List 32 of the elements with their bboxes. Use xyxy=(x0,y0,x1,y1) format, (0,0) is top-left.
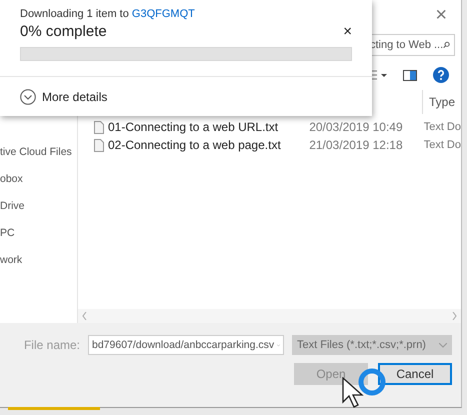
cancel-button[interactable]: Cancel xyxy=(378,363,452,385)
help-icon[interactable] xyxy=(433,67,449,83)
nav-item[interactable]: obox xyxy=(0,173,77,189)
dropdown-icon[interactable] xyxy=(439,342,447,348)
scroll-right-icon[interactable] xyxy=(452,312,457,320)
folder-link[interactable]: G3QFGMQT xyxy=(132,8,195,20)
more-details-button[interactable]: More details xyxy=(0,76,372,116)
file-name[interactable]: 02-Connecting to a web page.txt xyxy=(108,138,281,152)
close-button[interactable]: × xyxy=(435,5,447,25)
close-button[interactable]: × xyxy=(343,23,352,40)
file-type-dropdown[interactable]: Text Files (*.txt;*.csv;*.prn) xyxy=(292,335,452,355)
file-date: 21/03/2019 12:18 xyxy=(309,138,404,152)
column-header[interactable]: Type xyxy=(422,90,461,114)
search-icon xyxy=(443,40,450,50)
progress-status: 0% complete xyxy=(20,23,107,40)
file-name-label: File name: xyxy=(24,338,80,352)
click-highlight-icon xyxy=(358,368,386,396)
nav-item[interactable]: work xyxy=(0,254,77,270)
file-icon xyxy=(94,120,104,134)
nav-item[interactable]: Drive xyxy=(0,200,77,216)
chevron-down-icon xyxy=(20,88,36,104)
file-date: 20/03/2019 10:49 xyxy=(309,120,404,134)
file-type: Text Do xyxy=(424,121,461,133)
nav-item[interactable]: PC xyxy=(0,227,77,243)
file-name-field[interactable]: bd79607/download/anbccarparking.csv xyxy=(88,335,284,355)
file-name[interactable]: 01-Connecting to a web URL.txt xyxy=(108,120,278,134)
file-icon xyxy=(94,138,104,152)
scroll-left-icon[interactable] xyxy=(82,312,87,320)
preview-pane-icon[interactable] xyxy=(403,70,417,80)
file-type: Text Do xyxy=(424,139,461,151)
download-message: Downloading 1 item to G3QFGMQT xyxy=(20,8,196,20)
nav-item[interactable]: tive Cloud Files xyxy=(0,146,77,162)
